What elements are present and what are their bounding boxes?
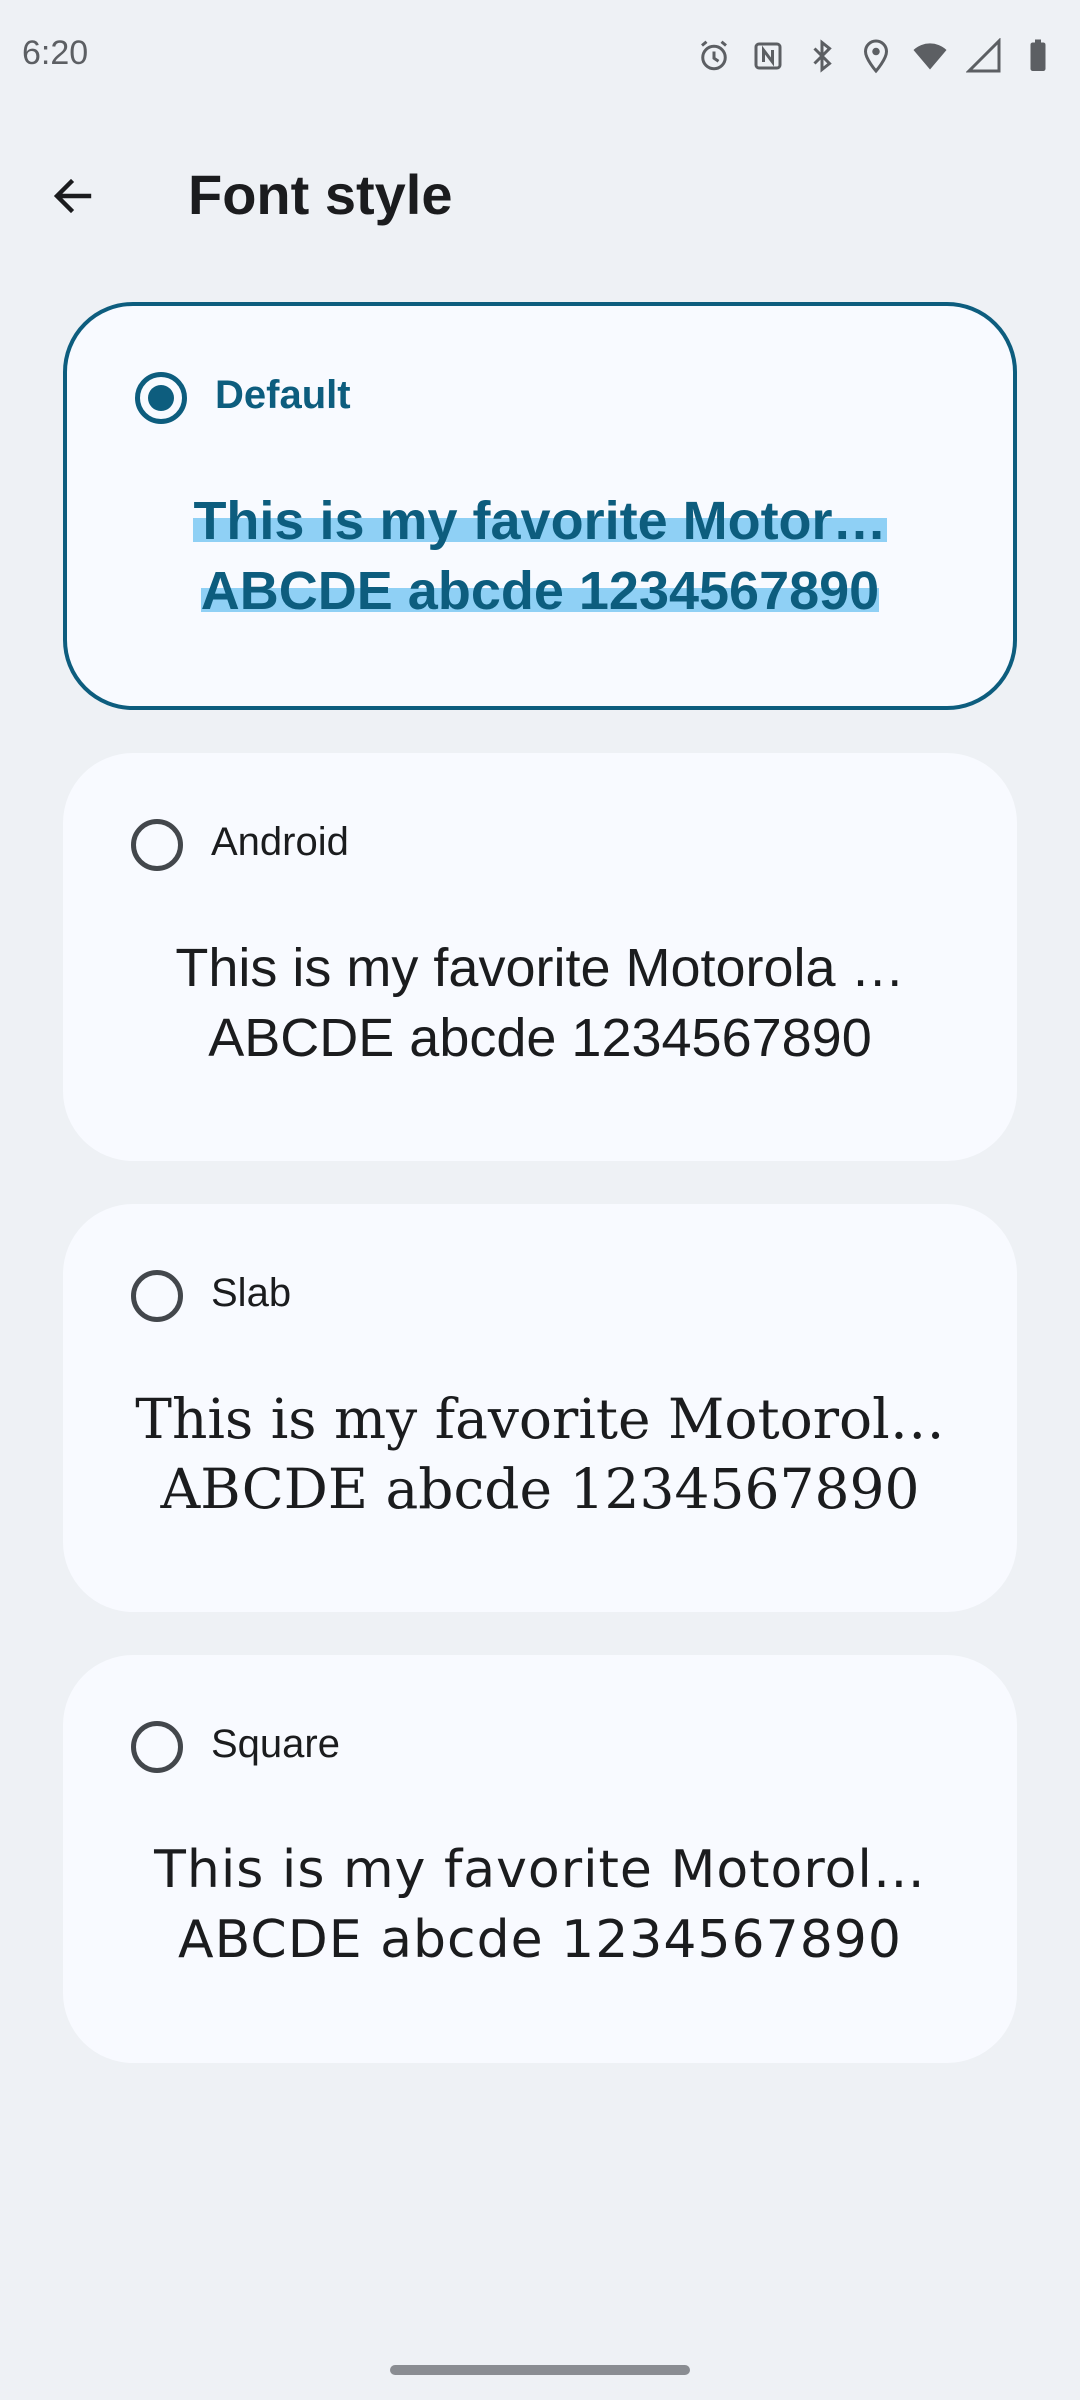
gesture-handle[interactable] <box>390 2365 690 2375</box>
radio-button[interactable] <box>131 1270 183 1322</box>
font-option-square[interactable]: Square This is my favorite Motorol… ABCD… <box>63 1655 1017 2063</box>
option-label: Android <box>211 820 349 864</box>
preview-line-1: This is my favorite Motorol… <box>154 1840 926 1900</box>
wifi-icon <box>910 36 950 76</box>
radio-button-selected[interactable] <box>135 372 187 424</box>
bluetooth-icon <box>802 36 842 76</box>
font-preview: This is my favorite Motorol… ABCDE abcde… <box>123 1835 957 1975</box>
battery-icon <box>1018 36 1058 76</box>
preview-line-1: This is my favorite Motorol… <box>135 1387 945 1451</box>
app-bar: Font style <box>0 130 1080 260</box>
font-preview: This is my favorite Motor… ABCDE abcde 1… <box>127 486 953 626</box>
font-option-slab[interactable]: Slab This is my favorite Motorol… ABCDE … <box>63 1204 1017 1612</box>
status-time: 6:20 <box>22 34 89 72</box>
page-title: Font style <box>188 163 453 226</box>
nfc-icon <box>748 36 788 76</box>
radio-button[interactable] <box>131 1721 183 1773</box>
preview-line-2: ABCDE abcde 1234567890 <box>178 1910 902 1970</box>
option-label: Default <box>215 373 351 417</box>
font-option-default[interactable]: Default This is my favorite Motor… ABCDE… <box>63 302 1017 710</box>
location-icon <box>856 36 896 76</box>
font-option-android[interactable]: Android This is my favorite Motorola … A… <box>63 753 1017 1161</box>
option-label: Square <box>211 1722 340 1766</box>
preview-line-1: This is my favorite Motor… <box>193 491 887 551</box>
preview-line-2: ABCDE abcde 1234567890 <box>200 561 880 621</box>
status-icons <box>694 36 1058 76</box>
back-button[interactable] <box>28 156 118 236</box>
radio-button[interactable] <box>131 819 183 871</box>
preview-line-1: This is my favorite Motorola … <box>175 938 905 998</box>
preview-line-2: ABCDE abcde 1234567890 <box>160 1457 920 1521</box>
preview-line-2: ABCDE abcde 1234567890 <box>208 1008 872 1068</box>
signal-icon <box>964 36 1004 76</box>
font-preview: This is my favorite Motorol… ABCDE abcde… <box>123 1384 957 1524</box>
arrow-back-icon <box>53 178 92 214</box>
alarm-icon <box>694 36 734 76</box>
radio-dot <box>148 385 174 411</box>
option-label: Slab <box>211 1271 292 1315</box>
font-preview: This is my favorite Motorola … ABCDE abc… <box>123 933 957 1073</box>
status-bar: 6:20 <box>0 0 1080 110</box>
